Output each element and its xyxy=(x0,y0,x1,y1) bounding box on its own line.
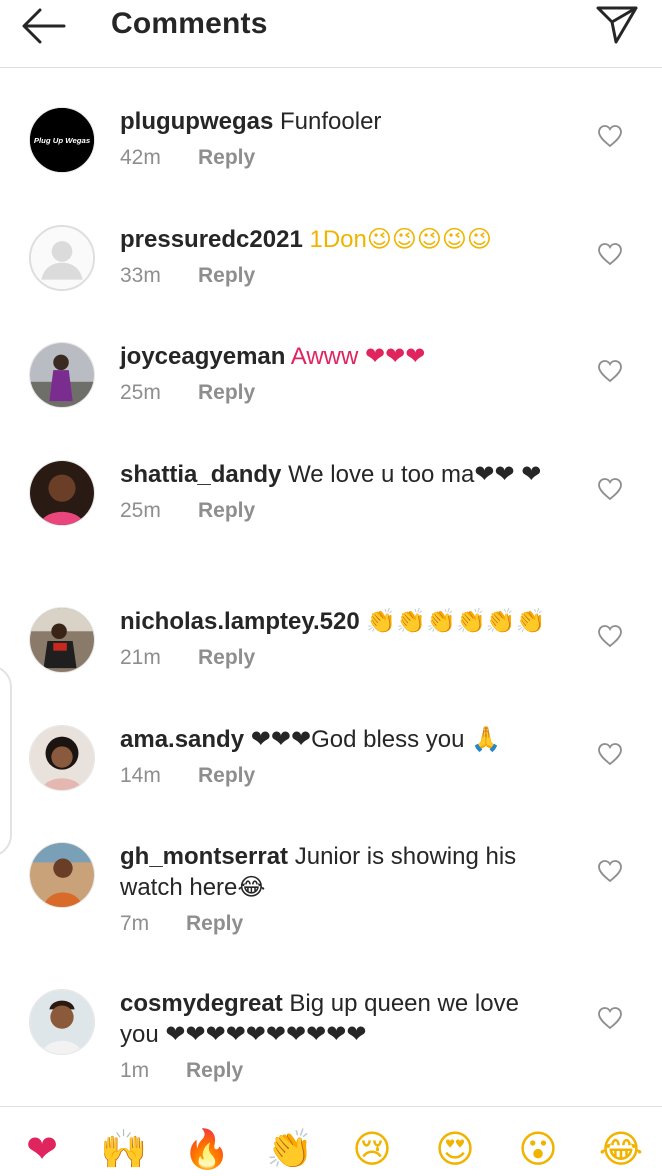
paper-plane-icon[interactable] xyxy=(594,2,640,46)
comment-text: gh_montserrat Junior is showing his watc… xyxy=(120,841,560,903)
comment-username[interactable]: ama.sandy xyxy=(120,726,244,753)
comment-time: 25m xyxy=(120,381,161,404)
comment-text: pressuredc2021 1Don😉😉😉😉😉 xyxy=(120,224,560,255)
comment-username[interactable]: cosmydegreat xyxy=(120,990,283,1017)
heart-outline-icon[interactable] xyxy=(597,1006,623,1030)
reaction-clapping[interactable]: 👏 xyxy=(263,1121,317,1176)
comment-username[interactable]: nicholas.lamptey.520 xyxy=(120,608,360,635)
reaction-raised-hands[interactable]: 🙌 xyxy=(97,1121,151,1176)
reply-button[interactable]: Reply xyxy=(186,912,243,935)
comment-text: nicholas.lamptey.520 👏👏👏👏👏👏 xyxy=(120,606,560,637)
arrow-left-icon[interactable] xyxy=(20,6,68,46)
avatar[interactable] xyxy=(29,842,95,908)
reply-button[interactable]: Reply xyxy=(186,1059,243,1082)
comment-time: 1m xyxy=(120,1059,150,1082)
side-scroll-tab xyxy=(0,665,12,857)
reaction-laughing[interactable]: 😂 xyxy=(594,1121,648,1176)
comment-username[interactable]: gh_montserrat xyxy=(120,843,288,870)
heart-outline-icon[interactable] xyxy=(597,477,623,501)
avatar[interactable] xyxy=(29,225,95,291)
heart-outline-icon[interactable] xyxy=(597,624,623,648)
comment-body: Awww ❤❤❤ xyxy=(290,343,426,370)
reply-button[interactable]: Reply xyxy=(198,381,255,404)
avatar[interactable] xyxy=(29,725,95,791)
comment-body: Funfooler xyxy=(280,108,382,135)
comment-list[interactable]: Plug Up Wegas plugupwegas Funfooler 42m R… xyxy=(0,69,662,1106)
heart-outline-icon[interactable] xyxy=(597,124,623,148)
comment-text: joyceagyeman Awww ❤❤❤ xyxy=(120,341,560,372)
reply-button[interactable]: Reply xyxy=(198,146,255,169)
comment-time: 7m xyxy=(120,912,150,935)
reaction-heart-eyes[interactable]: 😍 xyxy=(428,1121,482,1176)
comment-body: 1Don😉😉😉😉😉 xyxy=(309,226,492,253)
reply-button[interactable]: Reply xyxy=(198,764,255,787)
comment-time: 14m xyxy=(120,764,161,787)
avatar[interactable] xyxy=(29,342,95,408)
comment-time: 25m xyxy=(120,499,161,522)
heart-outline-icon[interactable] xyxy=(597,859,623,883)
comment-body: ❤❤❤God bless you 🙏 xyxy=(250,726,502,753)
comment-time: 42m xyxy=(120,146,161,169)
page-title: Comments xyxy=(111,7,268,40)
avatar-logo-text: Plug Up Wegas xyxy=(34,136,91,145)
comment-text: cosmydegreat Big up queen we love you ❤❤… xyxy=(120,988,560,1050)
avatar[interactable] xyxy=(29,460,95,526)
reply-button[interactable]: Reply xyxy=(198,499,255,522)
reaction-surprised[interactable]: 😮 xyxy=(511,1121,565,1176)
reply-button[interactable]: Reply xyxy=(198,264,255,287)
avatar[interactable] xyxy=(29,607,95,673)
comment-text: ama.sandy ❤❤❤God bless you 🙏 xyxy=(120,724,560,755)
heart-outline-icon[interactable] xyxy=(597,359,623,383)
comment-text: plugupwegas Funfooler xyxy=(120,106,560,137)
reaction-fire[interactable]: 🔥 xyxy=(180,1121,234,1176)
comment-time: 21m xyxy=(120,646,161,669)
avatar[interactable] xyxy=(29,989,95,1055)
reaction-crying[interactable]: 😢 xyxy=(345,1121,399,1176)
heart-outline-icon[interactable] xyxy=(597,242,623,266)
comment-username[interactable]: pressuredc2021 xyxy=(120,226,303,253)
comment-body: We love u too ma❤❤ ❤ xyxy=(288,461,542,488)
header-bar: Comments xyxy=(0,0,662,68)
comment-body: 👏👏👏👏👏👏 xyxy=(366,608,546,635)
reaction-heart[interactable]: ❤ xyxy=(15,1121,69,1176)
comment-username[interactable]: plugupwegas xyxy=(120,108,273,135)
quick-reaction-bar: ❤ 🙌 🔥 👏 😢 😍 😮 😂 xyxy=(0,1106,662,1176)
avatar[interactable]: Plug Up Wegas xyxy=(29,107,95,173)
comment-text: shattia_dandy We love u too ma❤❤ ❤ xyxy=(120,459,560,490)
heart-outline-icon[interactable] xyxy=(597,742,623,766)
reply-button[interactable]: Reply xyxy=(198,646,255,669)
comment-username[interactable]: joyceagyeman xyxy=(120,343,285,370)
comment-username[interactable]: shattia_dandy xyxy=(120,461,281,488)
comment-time: 33m xyxy=(120,264,161,287)
